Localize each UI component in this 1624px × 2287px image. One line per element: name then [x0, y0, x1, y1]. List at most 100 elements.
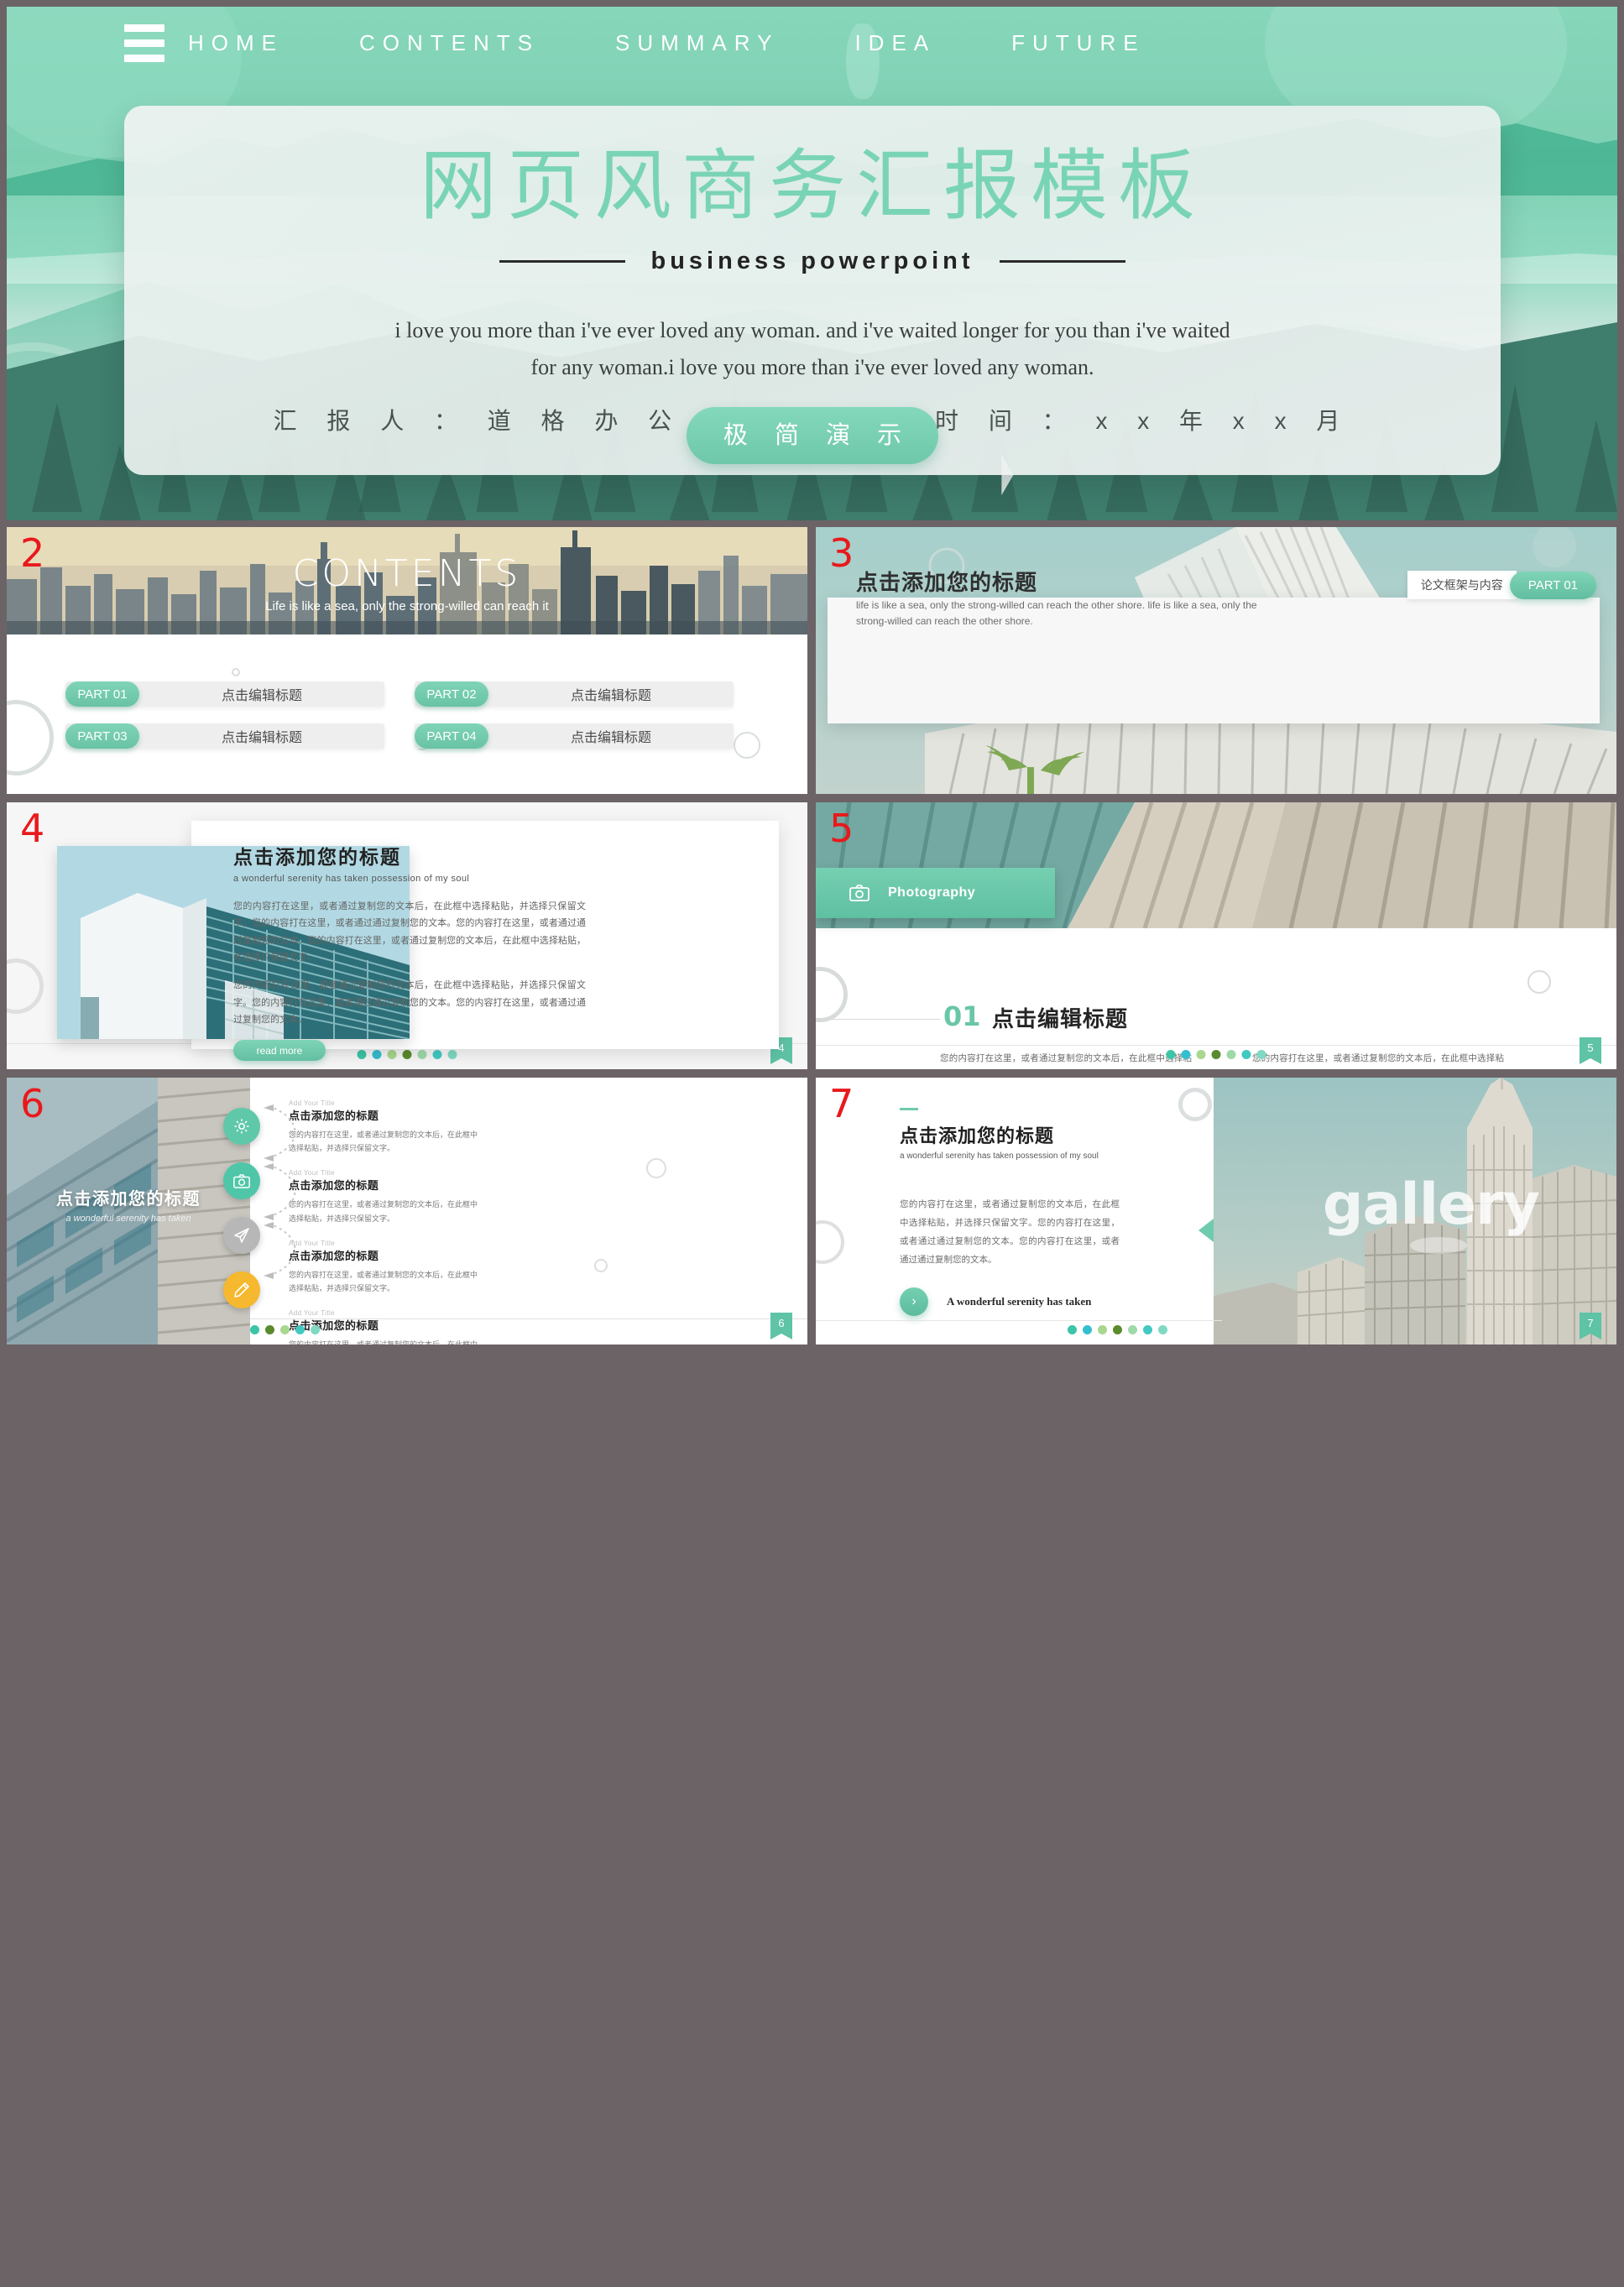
contents-part-item[interactable]: PART 02 点击编辑标题: [415, 681, 734, 707]
nav-links: HOME CONTENTS SUMMARY IDEA FUTURE: [188, 30, 1146, 56]
hero-subtitle: business powerpoint: [650, 247, 974, 274]
timeline-eyebrow: Add Your Title: [289, 1309, 335, 1318]
decorative-circle: [7, 958, 44, 1014]
camera-icon: [849, 885, 869, 901]
contents-part-item[interactable]: PART 03 点击编辑标题: [65, 723, 384, 749]
dot[interactable]: [1158, 1325, 1167, 1334]
slide-5-photography[interactable]: 5 Photography 01 点击编辑标题 您的内容打在这里，或者通过复制您…: [816, 802, 1616, 1069]
slide-4-paragraph: 您的内容打在这里，或者通过复制您的文本后，在此框中选择粘贴，并选择只保留文字。您…: [233, 980, 586, 1026]
slide-4-text-image[interactable]: 4 点击添加您的标题 a wonderful serenity has take…: [7, 802, 807, 1069]
gallery-arrow-icon: [1198, 1219, 1214, 1242]
slide-3-section[interactable]: 3 点击添加您的标题 life is like a sea, only the …: [816, 527, 1616, 794]
nav-item-contents[interactable]: CONTENTS: [359, 30, 540, 56]
gallery-watermark: gallery: [1322, 1172, 1540, 1238]
dot[interactable]: [1083, 1325, 1092, 1334]
hero-title: 网页风商务汇报模板: [419, 141, 1205, 231]
dot[interactable]: [1211, 1050, 1221, 1059]
timeline-icons: [223, 1108, 260, 1326]
decorative-circle: [1178, 1088, 1212, 1121]
slide-3-title: 点击添加您的标题: [856, 570, 1038, 595]
part-tag: PART 02: [415, 681, 488, 707]
nav-item-summary[interactable]: SUMMARY: [615, 30, 779, 56]
dot[interactable]: [1196, 1050, 1206, 1059]
dot[interactable]: [1128, 1325, 1137, 1334]
burger-line: [124, 23, 164, 32]
timeline-title: 点击添加您的标题: [289, 1110, 379, 1122]
slide-5-column-1: 您的内容打在这里，或者通过复制您的文本后，在此框中选择粘贴，并选择只保留文字。您…: [940, 1053, 1192, 1063]
dot[interactable]: [1226, 1050, 1236, 1059]
burger-line: [124, 39, 164, 47]
dot[interactable]: [1098, 1325, 1107, 1334]
slide-5-number-label: 01: [943, 1000, 981, 1032]
decorative-circle: [816, 1220, 844, 1264]
timeline-body: 您的内容打在这里，或者通过复制您的文本后，在此框中选择粘贴，并选择只保留文字。: [289, 1130, 478, 1153]
chevron-right-icon: ›: [900, 1287, 928, 1316]
dot[interactable]: [1166, 1050, 1176, 1059]
decorative-circle: [646, 1158, 666, 1178]
contents-part-item[interactable]: PART 01 点击编辑标题: [65, 681, 384, 707]
slide-7-body: 您的内容打在这里，或者通过复制您的文本后，在此框中选择粘贴，并选择只保留文字。您…: [900, 1199, 1120, 1266]
nav-item-idea[interactable]: IDEA: [854, 30, 936, 56]
dot[interactable]: [1113, 1325, 1122, 1334]
part-tag: PART 01: [65, 681, 139, 707]
slide-7-cta[interactable]: › A wonderful serenity has taken: [900, 1287, 1091, 1316]
dot[interactable]: [1068, 1325, 1077, 1334]
slide-6-timeline[interactable]: 6 点击添加您的标题 a wonderful serenity has take…: [7, 1078, 807, 1345]
contents-title: CONTENTS: [292, 552, 522, 595]
timeline-title: 点击添加您的标题: [289, 1179, 379, 1193]
slide-7-cta-label: A wonderful serenity has taken: [947, 1295, 1092, 1308]
slide-row: 2 CONTENTS Life is like a sea, only the …: [7, 527, 1617, 794]
timeline-body: 您的内容打在这里，或者通过复制您的文本后，在此框中选择粘贴，并选择只保留文字。: [289, 1338, 482, 1345]
hero-slide: HOME CONTENTS SUMMARY IDEA FUTURE 网页风商务汇…: [7, 7, 1617, 520]
contents-part-item[interactable]: PART 04 点击编辑标题: [415, 723, 734, 749]
slide-3-part-pill[interactable]: PART 01: [1509, 571, 1596, 599]
timeline-item: Add Your Title 点击添加您的标题 您的内容打在这里，或者通过复制您…: [289, 1099, 482, 1155]
hero-meta: 汇 报 人 ： 道 格 办 公 时 间 ： x x 年 x x 月: [124, 403, 1501, 436]
read-more-button[interactable]: read more: [233, 1040, 326, 1062]
slide-4-paragraph: 您的内容打在这里，或者通过复制您的文本后，在此框中选择粘贴，并选择只保留文字。您…: [233, 901, 586, 963]
hamburger-menu-icon[interactable]: [124, 23, 164, 62]
slide-grid: 2 CONTENTS Life is like a sea, only the …: [7, 527, 1617, 1353]
slide-number: 6: [20, 1081, 45, 1126]
slide-2-contents[interactable]: 2 CONTENTS Life is like a sea, only the …: [7, 527, 807, 794]
page-tag: 6: [770, 1313, 792, 1339]
dot[interactable]: [1256, 1050, 1266, 1059]
nav-item-future[interactable]: FUTURE: [1011, 30, 1145, 56]
slide-7-title: 点击添加您的标题: [900, 1125, 1055, 1146]
burger-line: [124, 54, 164, 62]
footer-rule: [816, 1320, 1222, 1321]
nav-item-home[interactable]: HOME: [188, 30, 284, 56]
timeline-icon-edit[interactable]: [223, 1271, 260, 1308]
slide-row: 4 点击添加您的标题 a wonderful serenity has take…: [7, 802, 1617, 1069]
decorative-circle: [7, 700, 54, 775]
send-icon: [234, 1228, 249, 1243]
timeline-body: 您的内容打在这里，或者通过复制您的文本后，在此框中选择粘贴，并选择只保留文字。: [289, 1270, 478, 1292]
photography-tab[interactable]: Photography: [816, 868, 1055, 918]
top-navigation: HOME CONTENTS SUMMARY IDEA FUTURE: [7, 7, 1617, 79]
page-tag: 5: [1580, 1037, 1601, 1064]
timeline-item: Add Your Title 点击添加您的标题 您的内容打在这里，或者通过复制您…: [289, 1169, 482, 1224]
presenter-label: 汇 报 人 ： 道 格 办 公: [273, 408, 684, 434]
timeline-icon-camera[interactable]: [223, 1162, 260, 1199]
date-label: 时 间 ： x x 年 x x 月: [935, 408, 1352, 434]
timeline-eyebrow: Add Your Title: [289, 1239, 335, 1247]
timeline-items: Add Your Title 点击添加您的标题 您的内容打在这里，或者通过复制您…: [289, 1099, 482, 1345]
timeline-icon-send[interactable]: [223, 1217, 260, 1254]
title-dash: [900, 1108, 918, 1110]
dot[interactable]: [1143, 1325, 1152, 1334]
timeline-body: 您的内容打在这里，或者通过复制您的文本后，在此框中选择粘贴，并选择只保留文字。: [289, 1200, 478, 1223]
contents-parts-list: PART 01 点击编辑标题 PART 02 点击编辑标题 PART 03 点击…: [65, 681, 754, 749]
timeline-eyebrow: Add Your Title: [289, 1099, 335, 1107]
hero-quote: i love you more than i've ever loved any…: [394, 317, 1230, 380]
dot[interactable]: [1241, 1050, 1251, 1059]
timeline-icon-gear[interactable]: [223, 1108, 260, 1145]
hero-card: 网页风商务汇报模板 business powerpoint i love you…: [124, 106, 1501, 475]
divider-right: [999, 259, 1125, 263]
slide-number: 2: [20, 530, 45, 576]
photography-label: Photography: [888, 885, 976, 900]
camera-icon: [233, 1173, 250, 1188]
dot[interactable]: [1181, 1050, 1191, 1059]
slide-7-gallery[interactable]: gallery 7 点击添加您的标题 a wonderful serenity …: [816, 1078, 1616, 1345]
part-tag: PART 03: [65, 723, 139, 749]
slide-number: 4: [20, 806, 45, 851]
